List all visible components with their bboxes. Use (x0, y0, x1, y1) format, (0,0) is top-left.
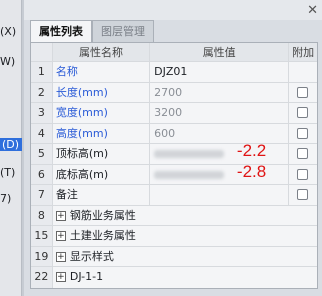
row-number: 19 (31, 246, 53, 266)
row-number: 5 (31, 144, 53, 164)
row-number: 4 (31, 123, 53, 143)
group-cell: + 显示样式 (53, 247, 317, 267)
table-row[interactable]: 4 高度(mm) 600 (31, 123, 317, 144)
group-label: 显示样式 (69, 249, 114, 263)
add-checkbox[interactable] (297, 148, 309, 159)
row-number: 8 (31, 205, 53, 225)
group-row[interactable]: 15 + 土建业务属性 (31, 226, 317, 247)
property-grid: 属性名称 属性值 附加 1 名称 DJZ01 2 长度(mm) 2700 3 宽… (30, 42, 318, 289)
expand-icon[interactable]: + (55, 231, 66, 241)
table-row[interactable]: 1 名称 DJZ01 (31, 62, 317, 83)
property-value[interactable]: 600 (150, 123, 290, 143)
group-label: 土建业务属性 (69, 229, 136, 242)
row-number: 15 (31, 226, 53, 246)
expand-icon[interactable]: + (55, 210, 66, 221)
add-checkbox[interactable] (297, 127, 309, 139)
group-cell: + 土建业务属性 (53, 226, 317, 246)
table-row[interactable]: 7 备注 (31, 185, 317, 206)
property-name: 名称 (53, 62, 151, 82)
expand-icon[interactable]: + (55, 251, 66, 262)
group-cell: + DJ-1-1 (53, 267, 317, 288)
header-name: 属性名称 (53, 43, 151, 61)
property-value[interactable]: 2700 (150, 82, 290, 102)
property-value[interactable] (150, 185, 290, 205)
property-value-cell[interactable]: -2.2 (150, 144, 290, 164)
panel-title-bar: ✕ (24, 0, 322, 20)
menu-shortcut-d[interactable]: (D) (0, 138, 22, 151)
close-icon[interactable]: ✕ (307, 3, 318, 18)
property-name: 顶标高(m) (53, 144, 151, 164)
annotated-value: -2.8 (236, 164, 267, 181)
tab-property-list[interactable]: 属性列表 (30, 20, 92, 42)
add-cell (289, 62, 317, 82)
group-label: 钢筋业务属性 (69, 208, 136, 222)
blurred-value (154, 170, 225, 179)
annotated-value: -2.2 (236, 144, 267, 160)
property-name: 备注 (53, 185, 151, 205)
row-number: 2 (31, 82, 53, 102)
property-panel: ✕ 属性列表 图层管理 属性名称 属性值 附加 1 名称 DJZ01 2 长度(… (24, 0, 322, 296)
header-num (31, 43, 53, 61)
property-name: 底标高(m) (53, 164, 151, 184)
table-row[interactable]: 5 顶标高(m) -2.2 (31, 144, 317, 165)
menu-shortcut-w[interactable]: W) (0, 55, 15, 68)
group-row[interactable]: 8 + 钢筋业务属性 (31, 205, 317, 226)
row-number: 1 (31, 62, 53, 82)
header-value: 属性值 (150, 43, 290, 61)
group-label: DJ-1-1 (69, 270, 104, 283)
panel-tabs: 属性列表 图层管理 (30, 20, 154, 42)
row-number: 7 (31, 185, 53, 205)
property-value[interactable]: DJZ01 (150, 62, 290, 82)
property-name: 宽度(mm) (53, 103, 151, 123)
row-number: 3 (31, 103, 53, 123)
table-row[interactable]: 3 宽度(mm) 3200 (31, 103, 317, 124)
group-row[interactable]: 22 + DJ-1-1 (31, 267, 317, 288)
add-checkbox[interactable] (297, 107, 309, 118)
group-cell: + 钢筋业务属性 (53, 206, 317, 226)
row-number: 6 (31, 164, 53, 184)
property-name: 长度(mm) (53, 82, 151, 102)
property-value[interactable]: 3200 (150, 103, 290, 123)
tab-layer-management[interactable]: 图层管理 (92, 20, 154, 42)
menu-shortcut-t[interactable]: (T) (0, 166, 15, 179)
grid-header: 属性名称 属性值 附加 (31, 43, 317, 62)
property-value-cell[interactable]: -2.8 (150, 164, 290, 184)
add-checkbox[interactable] (297, 86, 309, 98)
expand-icon[interactable]: + (55, 272, 66, 282)
menu-shortcut-7[interactable]: 7) (0, 192, 11, 205)
add-checkbox[interactable] (297, 189, 309, 200)
property-name: 高度(mm) (53, 123, 151, 143)
header-add: 附加 (292, 46, 315, 59)
table-row[interactable]: 2 长度(mm) 2700 (31, 82, 317, 103)
group-row[interactable]: 19 + 显示样式 (31, 246, 317, 267)
left-menu-strip: (X) W) (D) (T) 7) (0, 0, 22, 296)
row-number: 22 (31, 267, 53, 288)
table-row[interactable]: 6 底标高(m) -2.8 (31, 164, 317, 185)
menu-shortcut-x[interactable]: (X) (0, 25, 16, 38)
add-checkbox[interactable] (297, 168, 309, 180)
blurred-value (154, 150, 225, 158)
